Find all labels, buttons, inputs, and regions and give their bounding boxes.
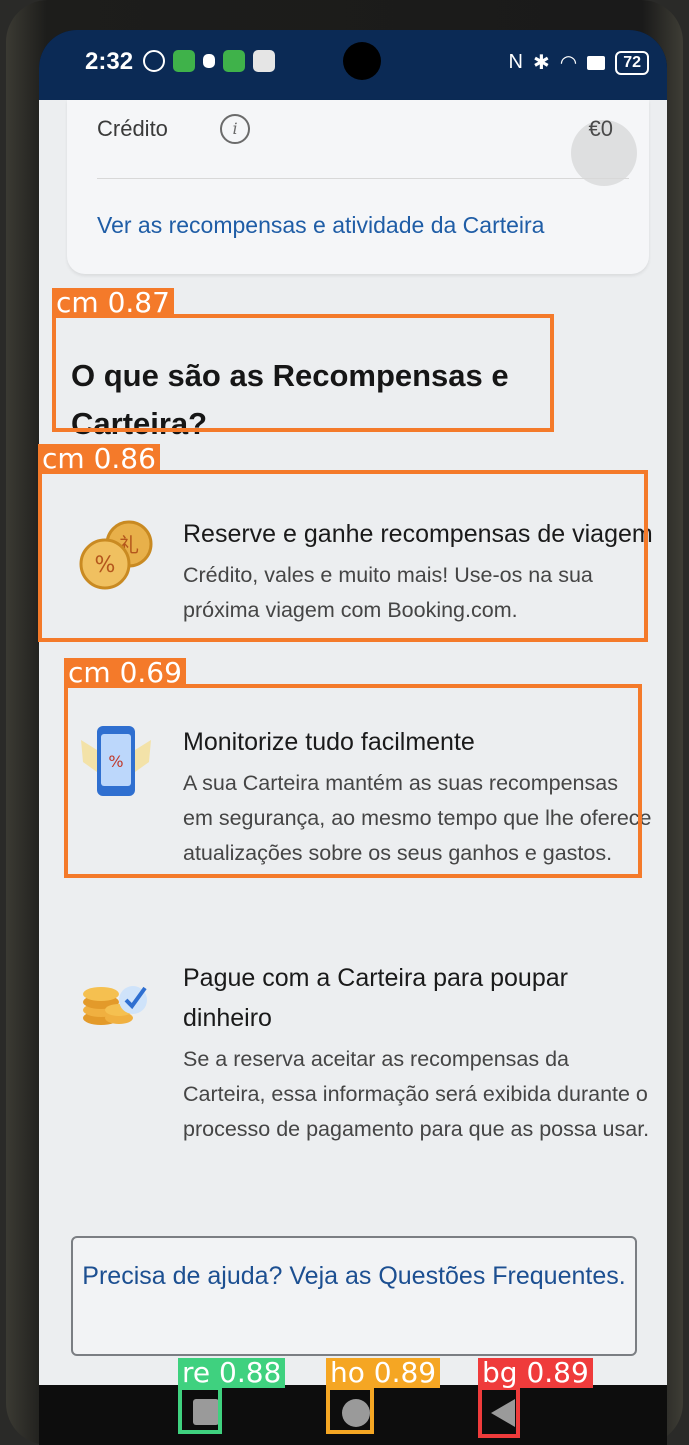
faq-help-button[interactable]: Precisa de ajuda? Veja as Questões Frequ…	[71, 1236, 637, 1356]
detection-box-feature-2	[64, 684, 642, 878]
faq-help-text: Precisa de ajuda? Veja as Questões Frequ…	[82, 1262, 626, 1290]
wallet-summary-card: Crédito i €0 Ver as recompensas e ativid…	[67, 100, 649, 274]
wifi-icon: ◠	[559, 52, 578, 74]
detection-label: cm 0.87	[52, 288, 174, 318]
coin-stack-check-icon	[75, 958, 157, 1040]
system-icons: N ✱ ◠ 72	[509, 50, 649, 75]
detection-label: ho 0.89	[326, 1358, 441, 1388]
settings-icon	[143, 50, 165, 72]
feature-text: Pague com a Carteira para poupar dinheir…	[183, 958, 653, 1147]
detection-label: cm 0.86	[38, 444, 160, 474]
battery-indicator: 72	[615, 50, 649, 75]
feature-description: Se a reserva aceitar as recompensas da C…	[183, 1047, 650, 1141]
status-bar: 2:32 N ✱ ◠ 72	[39, 30, 667, 100]
detection-label: bg 0.89	[478, 1358, 593, 1388]
app-android-icon	[223, 50, 245, 72]
notification-icons	[143, 50, 275, 72]
credit-value: €0	[588, 116, 613, 141]
status-time: 2:32	[85, 48, 134, 75]
detection-label: cm 0.69	[64, 658, 186, 688]
app-green-icon	[173, 50, 195, 72]
feature-item-pay: Pague com a Carteira para poupar dinheir…	[71, 958, 651, 1178]
info-icon[interactable]: i	[220, 114, 250, 144]
credit-label: Crédito	[97, 116, 168, 141]
bug-icon	[203, 54, 215, 68]
detection-box-title	[52, 314, 554, 432]
sim-icon	[587, 55, 606, 70]
divider	[97, 178, 629, 179]
wallet-activity-link[interactable]: Ver as recompensas e atividade da Cartei…	[97, 212, 544, 239]
detection-box-recents	[178, 1386, 222, 1434]
nfc-icon: N	[508, 51, 523, 73]
app-gray-icon	[253, 50, 275, 72]
feature-title: Pague com a Carteira para poupar dinheir…	[183, 964, 568, 1032]
front-camera	[343, 42, 381, 80]
detection-box-home	[326, 1386, 374, 1434]
detection-box-back	[478, 1386, 520, 1438]
bluetooth-icon: ✱	[532, 52, 550, 74]
detection-label: re 0.88	[178, 1358, 286, 1388]
detection-box-feature-1	[38, 470, 648, 642]
